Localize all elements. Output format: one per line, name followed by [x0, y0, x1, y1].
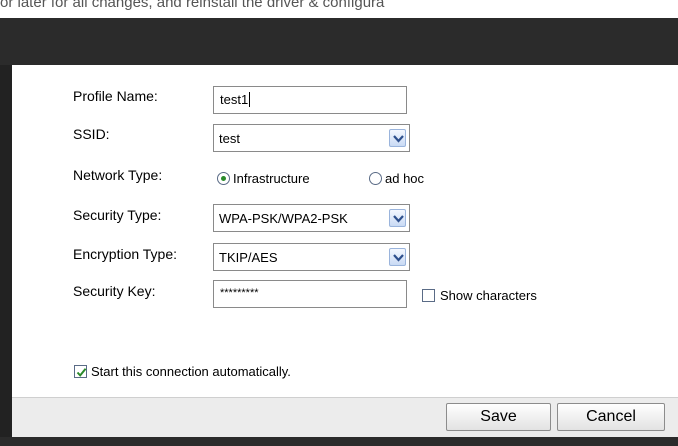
security-type-value: WPA-PSK/WPA2-PSK — [219, 211, 348, 226]
security-type-select[interactable]: WPA-PSK/WPA2-PSK — [213, 204, 410, 232]
save-button[interactable]: Save — [446, 403, 551, 431]
chevron-down-icon — [393, 254, 404, 262]
cropped-caption-text: or later for all changes, and reinstall … — [0, 0, 385, 11]
cancel-button[interactable]: Cancel — [557, 403, 665, 431]
window-bottom-edge — [0, 437, 678, 446]
encryption-type-label: Encryption Type: — [73, 246, 178, 262]
chevron-down-icon — [393, 215, 404, 223]
ssid-label: SSID: — [73, 126, 110, 142]
profile-name-input[interactable]: test1 — [213, 86, 407, 114]
network-type-label: Network Type: — [73, 167, 163, 183]
encryption-type-select[interactable]: TKIP/AES — [213, 243, 410, 271]
profile-name-label: Profile Name: — [73, 88, 158, 104]
infrastructure-label: Infrastructure — [233, 171, 310, 186]
encryption-type-dropdown-button[interactable] — [389, 248, 406, 266]
ad-hoc-label: ad hoc — [385, 171, 425, 186]
security-type-dropdown-button[interactable] — [389, 209, 406, 227]
encryption-type-value: TKIP/AES — [219, 250, 278, 265]
ssid-select[interactable]: test — [213, 124, 410, 152]
security-key-label: Security Key: — [73, 283, 156, 299]
auto-connect-checkbox[interactable] — [74, 365, 87, 378]
radio-infrastructure[interactable] — [217, 172, 230, 185]
radio-ad-hoc[interactable] — [369, 172, 382, 185]
ssid-dropdown-button[interactable] — [389, 129, 406, 147]
text-cursor — [249, 92, 251, 107]
auto-connect-label: Start this connection automatically. — [91, 364, 291, 379]
security-type-label: Security Type: — [73, 207, 162, 223]
security-key-input[interactable]: ********* — [213, 280, 407, 308]
top-caption-strip: or later for all changes, and reinstall … — [0, 0, 678, 18]
checkmark-icon — [76, 368, 87, 377]
show-characters-label: Show characters — [440, 288, 537, 303]
chevron-down-icon — [393, 135, 404, 143]
radio-selected-dot — [221, 176, 226, 181]
security-key-value: ********* — [220, 287, 259, 299]
profile-name-value: test1 — [220, 92, 249, 107]
ssid-value: test — [219, 131, 240, 146]
window-header-bar — [0, 18, 678, 65]
show-characters-checkbox[interactable] — [422, 289, 435, 302]
